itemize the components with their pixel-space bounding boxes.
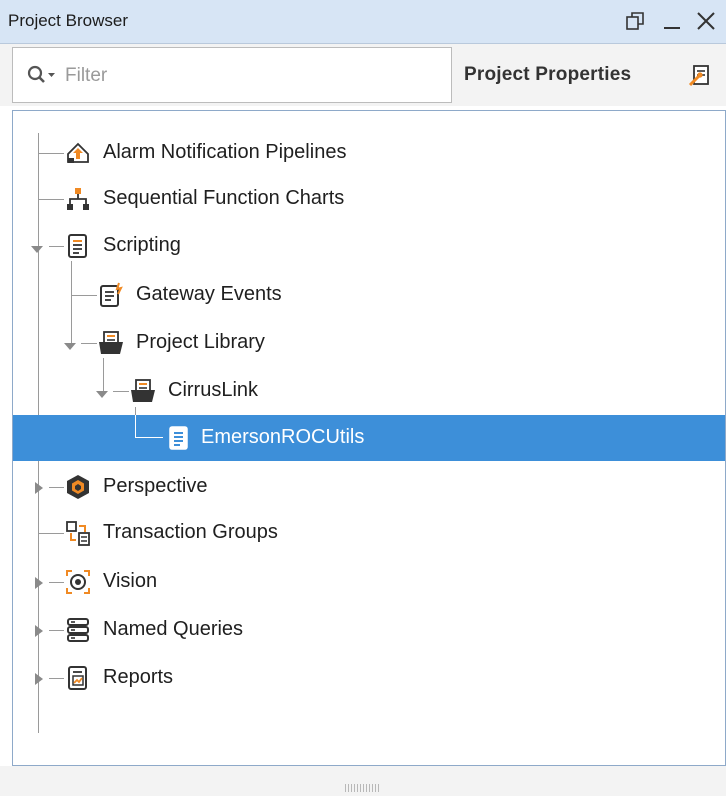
close-button[interactable] bbox=[694, 8, 718, 34]
tree-item-label: EmersonROCUtils bbox=[201, 426, 365, 448]
alarm-pipeline-icon bbox=[65, 140, 91, 166]
collapse-toggle[interactable] bbox=[63, 338, 77, 352]
tree-item-label: Perspective bbox=[103, 475, 208, 497]
sfc-icon bbox=[65, 186, 91, 212]
named-queries-icon bbox=[65, 617, 91, 643]
tree-item-label: Named Queries bbox=[103, 618, 244, 640]
float-window-button[interactable] bbox=[624, 8, 648, 34]
tree-item-label: Reports bbox=[103, 666, 174, 688]
tree-item-label: Project Library bbox=[136, 331, 265, 353]
tree-item-label: CirrusLink bbox=[168, 379, 259, 401]
tree-item-project-library[interactable]: Project Library bbox=[13, 320, 725, 366]
expand-toggle[interactable] bbox=[32, 480, 46, 494]
tree-item-label: Gateway Events bbox=[136, 283, 282, 305]
tree-item-label: Alarm Notification Pipelines bbox=[103, 141, 347, 163]
browser-toolbar: Project Properties bbox=[0, 44, 726, 106]
tree-item-alarm-notification-pipelines[interactable]: Alarm Notification Pipelines bbox=[13, 130, 725, 176]
tree-item-perspective[interactable]: Perspective bbox=[13, 464, 725, 510]
script-file-icon bbox=[166, 425, 192, 451]
expand-toggle[interactable] bbox=[32, 671, 46, 685]
tree-item-transaction-groups[interactable]: Transaction Groups bbox=[13, 510, 725, 556]
panel-title: Project Browser bbox=[8, 11, 128, 30]
vision-icon bbox=[65, 569, 91, 595]
expand-toggle[interactable] bbox=[32, 575, 46, 589]
reports-icon bbox=[65, 665, 91, 691]
tree-item-emersonrocutils[interactable]: EmersonROCUtils bbox=[13, 415, 725, 461]
resize-grip[interactable] bbox=[345, 784, 381, 792]
tree-item-label: Scripting bbox=[103, 234, 181, 256]
tree-item-gateway-events[interactable]: Gateway Events bbox=[13, 272, 725, 318]
project-properties-button[interactable]: Project Properties bbox=[452, 47, 726, 103]
filter-box bbox=[12, 47, 452, 103]
project-properties-label: Project Properties bbox=[464, 64, 632, 85]
expand-toggle[interactable] bbox=[32, 623, 46, 637]
minimize-icon bbox=[664, 27, 680, 29]
tree-item-label: Transaction Groups bbox=[103, 521, 278, 543]
tree-item-reports[interactable]: Reports bbox=[13, 655, 725, 701]
project-tree[interactable]: Alarm Notification Pipelines Sequential … bbox=[12, 110, 726, 766]
search-icon[interactable] bbox=[27, 65, 57, 87]
scripting-icon bbox=[65, 233, 91, 259]
filter-input[interactable] bbox=[65, 62, 445, 90]
float-icon bbox=[626, 12, 644, 30]
tree-item-sequential-function-charts[interactable]: Sequential Function Charts bbox=[13, 176, 725, 222]
tree-item-cirruslink[interactable]: CirrusLink bbox=[13, 368, 725, 414]
tree-item-label: Vision bbox=[103, 570, 158, 592]
folder-icon bbox=[130, 378, 156, 404]
close-icon bbox=[697, 12, 715, 30]
project-properties-icon bbox=[688, 63, 712, 87]
title-bar: Project Browser bbox=[0, 0, 726, 44]
gateway-events-icon bbox=[98, 282, 124, 308]
tree-item-vision[interactable]: Vision bbox=[13, 559, 725, 605]
perspective-icon bbox=[65, 474, 91, 500]
tree-item-scripting[interactable]: Scripting bbox=[13, 223, 725, 269]
transaction-groups-icon bbox=[65, 520, 91, 546]
tree-item-named-queries[interactable]: Named Queries bbox=[13, 607, 725, 653]
collapse-toggle[interactable] bbox=[95, 386, 109, 400]
tree-item-label: Sequential Function Charts bbox=[103, 187, 345, 209]
minimize-button[interactable] bbox=[660, 8, 684, 34]
folder-icon bbox=[98, 330, 124, 356]
collapse-toggle[interactable] bbox=[30, 241, 44, 255]
